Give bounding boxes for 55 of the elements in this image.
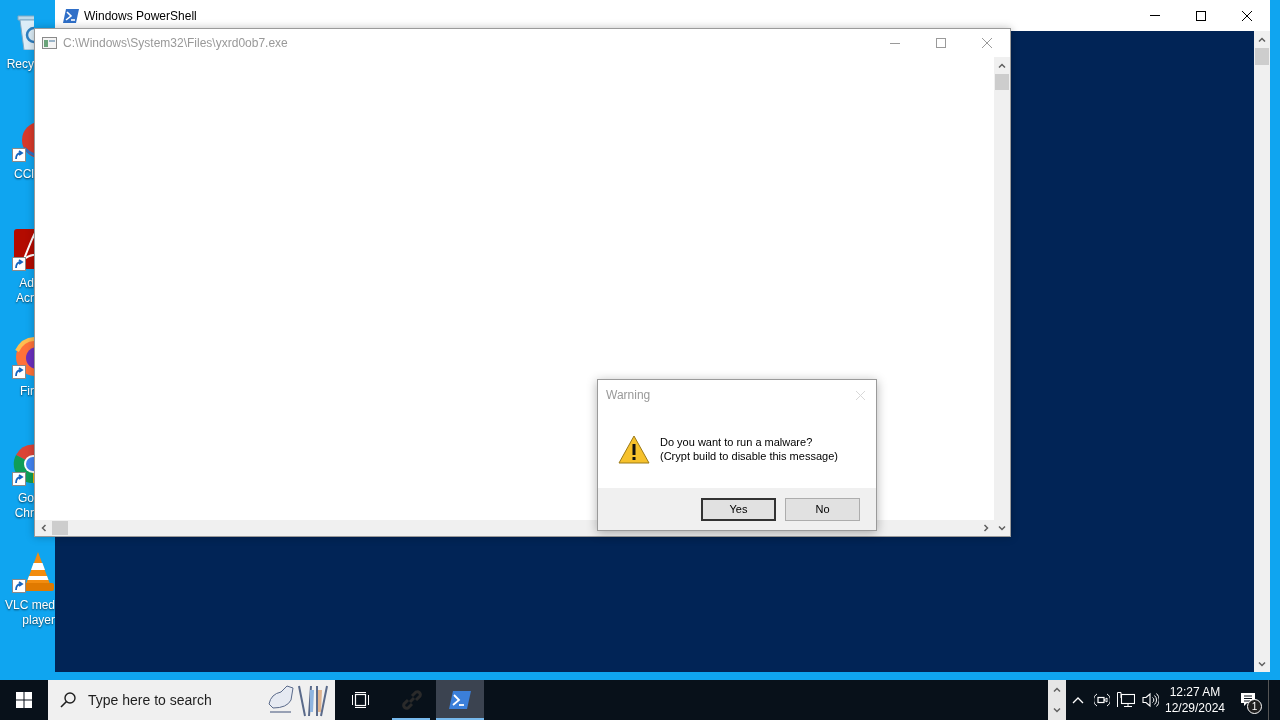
notification-count: 1 [1247,699,1262,714]
close-icon [855,390,865,400]
dialog-message: Do you want to run a malware? [660,435,814,449]
scrollbar-thumb[interactable] [52,521,68,535]
warning-icon [618,434,650,464]
desktop-icon-label: CCl [14,167,34,182]
speaker-icon [1141,692,1159,708]
window-title: Windows PowerShell [84,7,197,25]
chain-link-icon [401,689,423,711]
maximize-icon [936,38,946,48]
dialog-button[interactable]: Yes [701,497,776,521]
chevron-down-icon [1258,660,1266,667]
chevron-right-icon [982,524,989,532]
desktop-icon-label: Fir [20,384,34,399]
dialog-title: Warning [606,387,651,404]
desktop-icon-label: VLC med [4,598,55,613]
window-icon [42,37,57,49]
close-icon [1242,10,1252,21]
ice-skate-icon [267,682,331,718]
video-camera-icon [1094,692,1110,708]
chevron-down-icon [1053,707,1061,713]
notifications-button[interactable]: 1 [1228,680,1268,720]
scrollbar-thumb[interactable] [1255,48,1269,65]
chevron-up-icon [1072,696,1084,704]
network-monitor-icon [1117,692,1135,708]
chevron-down-icon [998,525,1006,531]
terminal-prompt-icon [63,8,79,23]
minimize-icon [1150,15,1160,16]
scrollbar-thumb[interactable] [995,74,1009,90]
chevron-left-icon [40,524,47,532]
desktop-icon-label: Go [18,491,34,506]
window-title: C:\Windows\System32\Files\yxrd0ob7.exe [63,35,288,52]
desktop-icon-label: Recy [6,57,34,72]
taskbar-app-button[interactable] [436,680,484,720]
desktop-icon-label: Ad [19,276,34,291]
dialog-message: (Crypt build to disable this message) [660,449,838,463]
chevron-up-icon [1053,687,1061,693]
search-box[interactable]: Type here to search [48,680,335,720]
minimize-icon [890,42,900,44]
chevron-up-icon [1258,36,1266,43]
clock-button[interactable]: 12:27 AM 12/29/2024 [1162,680,1228,720]
dialog-button[interactable]: No [785,497,860,521]
windows-logo-icon [16,692,32,708]
terminal-prompt-icon [449,691,471,709]
search-icon [60,692,76,708]
clock-date: 12/29/2024 [1164,700,1226,716]
clock-time: 12:27 AM [1169,684,1221,700]
chevron-up-icon [998,62,1006,69]
maximize-icon [1196,10,1206,21]
task-view-icon [351,692,369,708]
desktop-icon-label: Chr [14,506,34,521]
desktop-icon-label: Acr [16,291,34,306]
close-icon [982,38,992,48]
desktop-icon-label: player [22,613,55,628]
search-field[interactable]: Type here to search [88,688,253,712]
